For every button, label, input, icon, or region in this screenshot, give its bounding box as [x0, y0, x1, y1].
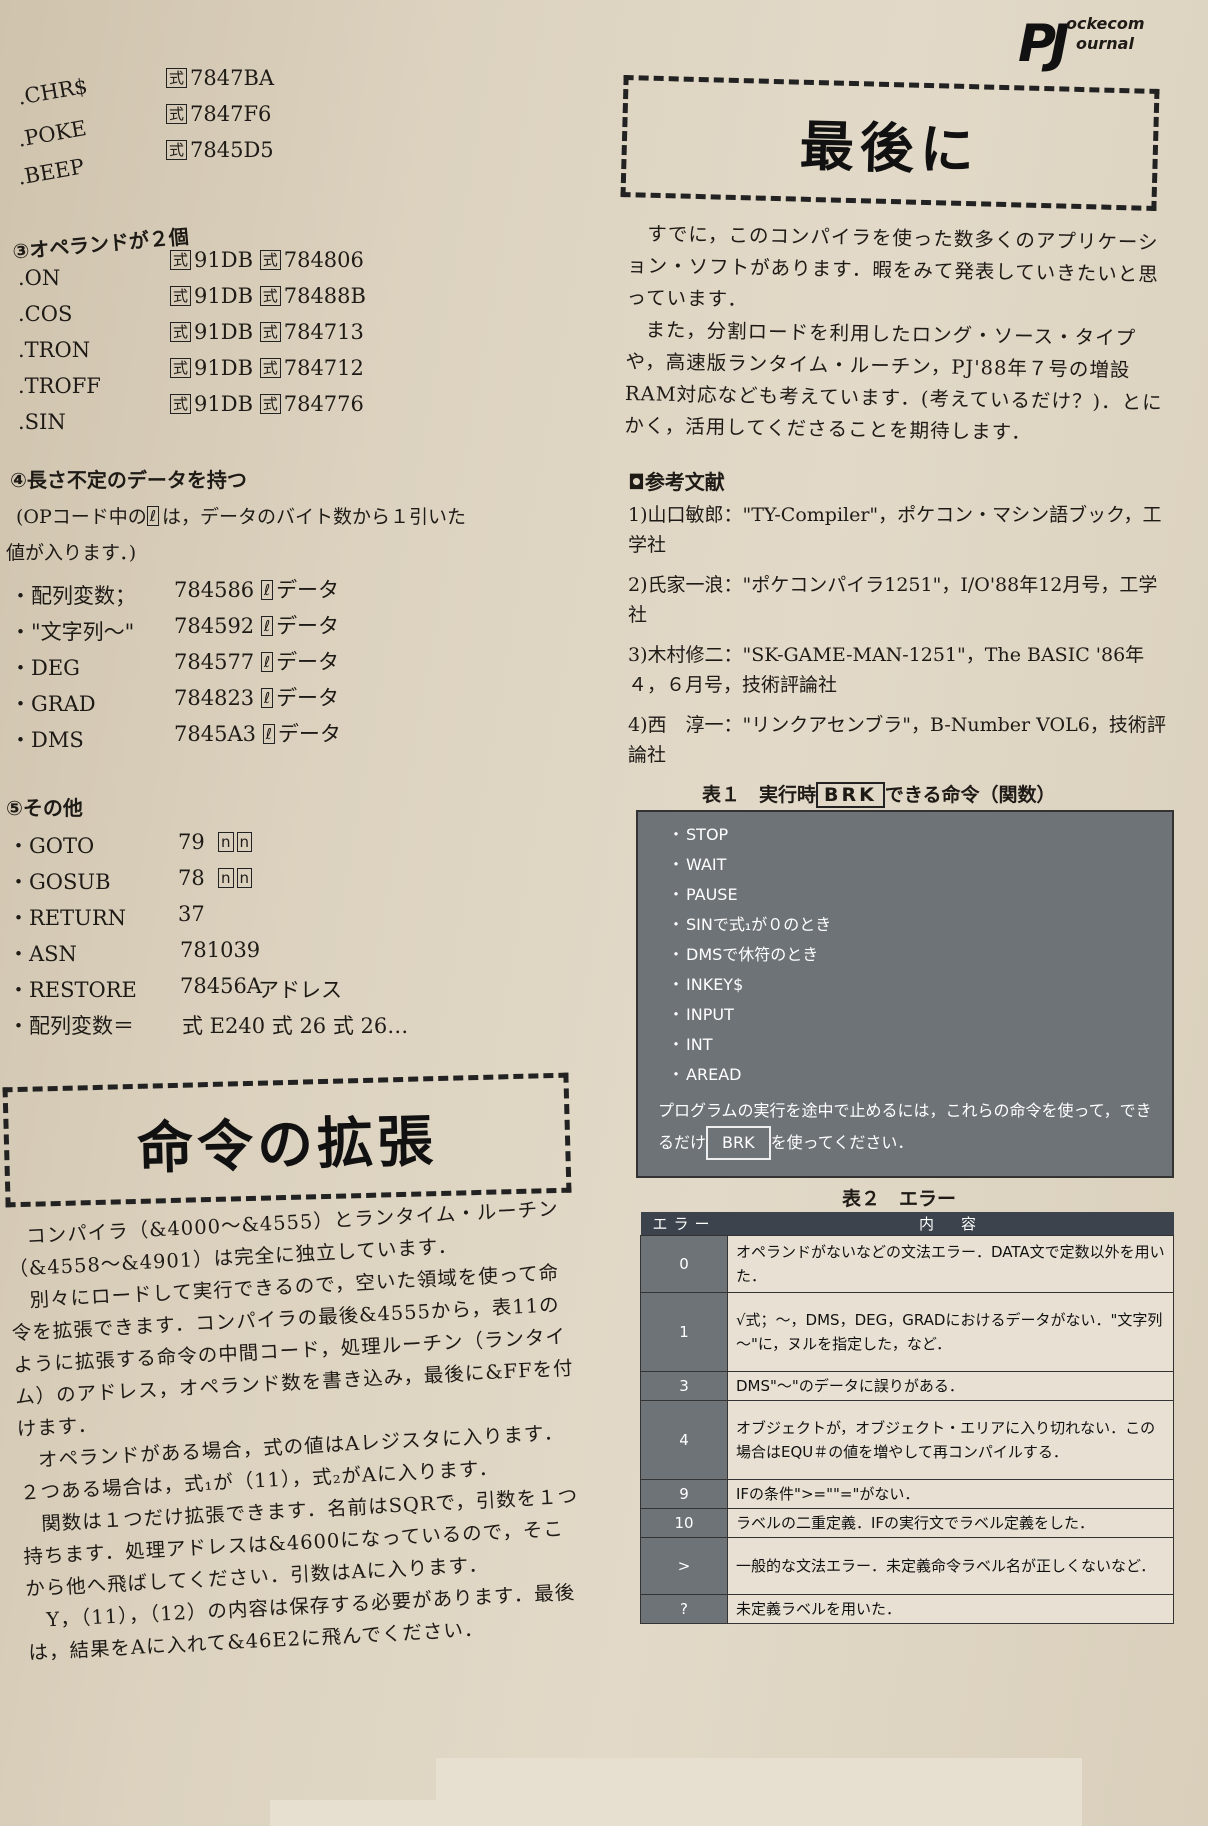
page-edge-strip — [436, 1758, 1082, 1826]
item-troff-code: 式 91DB 式 784712 — [170, 356, 364, 380]
magazine-page: PJ ockecom ournal .CHR$ .POKE .BEEP 式 784… — [0, 0, 1208, 1826]
table1-item: SINで式₁が０のとき — [668, 910, 831, 940]
table-row: 1 √式；～，DMS，DEG，GRADにおけるデータがない．"文字列～"に，ヌルを… — [640, 1292, 1174, 1372]
section-title-extension: 命令の拡張 — [136, 1108, 438, 1182]
section-heading-5: ⑤その他 — [6, 796, 83, 820]
item-deg-code: 784577 ℓ データ — [174, 650, 340, 674]
logo-line2: ournal — [1076, 34, 1134, 53]
item-chr-code: 式 7847BA — [166, 66, 274, 90]
item-cos-code: 式 91DB 式 78488B — [170, 284, 366, 308]
item-beep-code: 式 7845D5 — [166, 138, 274, 162]
table1-item: INKEY$ — [668, 970, 831, 1000]
conclusion-body: すでに，このコンパイラを使った数多くのアプリケーション・ソフトがあります．暇をみ… — [624, 222, 1163, 445]
section-title-box-conclusion: 最後に — [620, 75, 1160, 211]
table1-item: WAIT — [668, 850, 831, 880]
table-row: 4 オブジェクトが，オブジェクト・エリアに入り切れない．この場合はEQU＃の値を増… — [640, 1400, 1174, 1480]
table1-item: STOP — [668, 820, 831, 850]
table-row: 9 IFの条件">=""="がない． — [640, 1479, 1174, 1509]
table1-item: PAUSE — [668, 880, 831, 910]
section-heading-3: ③オペランドが２個 — [11, 224, 190, 264]
table1-brk-commands: STOP WAIT PAUSE SINで式₁が０のとき DMSで休符のとき IN… — [636, 810, 1174, 1178]
table-row: 3 DMS"～"のデータに誤りがある． — [640, 1371, 1174, 1401]
reference-4: 4)西 淳一："リンクアセンブラ"，B-Number VOL6，技術評論社 — [628, 714, 1166, 766]
item-grad-code: 784823 ℓ データ — [174, 686, 340, 710]
table2-caption: 表２ エラー — [842, 1188, 957, 1210]
table1-item: INT — [668, 1030, 831, 1060]
item-dms-code: 7845A3 ℓ データ — [174, 722, 341, 746]
table1-item: DMSで休符のとき — [668, 940, 831, 970]
table-row: ? 未定義ラベルを用いた． — [640, 1594, 1174, 1624]
sec4-note-cont: 値が入ります．) — [6, 542, 137, 564]
reference-3: 3)木村修二："SK-GAME-MAN-1251"，The BASIC '86年… — [628, 644, 1145, 696]
section-title-conclusion: 最後に — [799, 114, 981, 182]
reference-2: 2)氏家一浪："ポケコンパイラ1251"，I/O'88年12月号，工学社 — [628, 574, 1158, 626]
table1-item: INPUT — [668, 1000, 831, 1030]
page-edge-strip-small — [270, 1800, 440, 1826]
item-on-code: 式 91DB 式 784806 — [170, 248, 364, 272]
section-title-box-extension: 命令の拡張 — [2, 1072, 572, 1208]
references-heading: ◘参考文献 — [628, 470, 725, 494]
item-array-var-code: 784586 ℓ データ — [174, 578, 340, 602]
table2-errors: エラー 内 容 0 オペランドがないなどの文法エラー．DATA文で定数以外を用いた… — [640, 1212, 1174, 1624]
table-row: > 一般的な文法エラー．未定義命令ラベル名が正しくないなど． — [640, 1537, 1174, 1595]
table-row: 10 ラベルの二重定義．IFの実行文でラベル定義をした． — [640, 1508, 1174, 1538]
item-poke-code: 式 7847F6 — [166, 102, 271, 126]
table2-header-code: エラー — [640, 1212, 728, 1236]
table1-item: AREAD — [668, 1060, 831, 1090]
item-tron-code: 式 91DB 式 784713 — [170, 320, 364, 344]
table1-note: プログラムの実行を途中で止めるには，これらの命令を使って，できるだけ BRK を使っ… — [658, 1096, 1158, 1160]
item-string-code: 784592 ℓ データ — [174, 614, 340, 638]
table1-list: STOP WAIT PAUSE SINで式₁が０のとき DMSで休符のとき IN… — [668, 820, 831, 1090]
references-bullet-icon: ◘ — [628, 470, 645, 494]
table-row: 0 オペランドがないなどの文法エラー．DATA文で定数以外を用いた． — [640, 1235, 1174, 1293]
table1-caption: 表１ 実行時 BRK できる命令（関数） — [702, 782, 1056, 808]
extension-body: コンパイラ（&4000～&4555）とランタイム・ルーチン（&4558～&490… — [7, 1197, 579, 1665]
sec4-note: (OPコード中の ℓ は，データのバイト数から１引いた — [16, 506, 466, 528]
logo-line1: ockecom — [1066, 14, 1145, 33]
table2-header-content: 内 容 — [727, 1212, 1174, 1236]
reference-1: 1)山口敏郎："TY-Compiler"，ポケコン・マシン語ブック，工学社 — [628, 504, 1162, 556]
pockecom-journal-logo: PJ ockecom ournal — [1018, 6, 1168, 82]
logo-pj: PJ — [1018, 14, 1070, 74]
item-sin-code: 式 91DB 式 784776 — [170, 392, 364, 416]
section-heading-4: ④長さ不定のデータを持つ — [10, 468, 247, 492]
